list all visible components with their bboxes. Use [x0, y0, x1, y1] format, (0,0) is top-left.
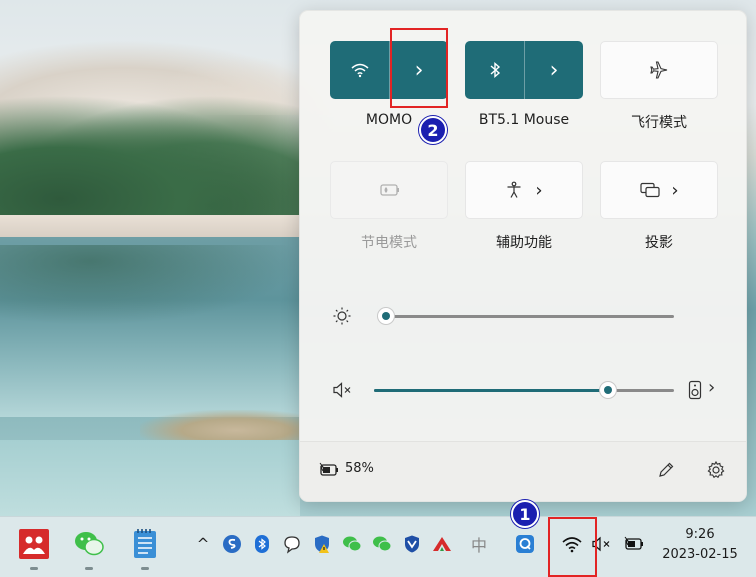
project-tile[interactable]: ›	[600, 161, 718, 219]
wallpaper-beach	[0, 215, 300, 237]
tray-shield-blue[interactable]	[401, 533, 423, 555]
tray-battery[interactable]	[623, 533, 645, 555]
wechat-tray-icon	[343, 536, 362, 552]
wifi-icon	[351, 63, 368, 78]
running-indicator	[30, 567, 38, 570]
chat-bubble-icon	[284, 536, 300, 554]
tray-red-arrow[interactable]	[431, 533, 453, 555]
audio-output-chevron-icon[interactable]: ›	[708, 377, 715, 398]
taskbar-app-wechat[interactable]	[72, 527, 106, 561]
brightness-slider-row	[332, 304, 716, 328]
chevron-right-icon: ›	[549, 57, 559, 83]
blue-shield-icon	[405, 535, 419, 553]
taskbar-clock[interactable]: 9:26 2023-02-15	[655, 525, 745, 565]
battery-percentage: 58%	[345, 461, 374, 476]
wallpaper-forest	[0, 95, 300, 225]
edit-pencil-icon[interactable]	[656, 460, 676, 480]
tray-q-app[interactable]	[514, 533, 536, 555]
battery-saver-icon	[380, 184, 399, 196]
tray-chat-bubble[interactable]	[281, 533, 303, 555]
wifi-toggle-button[interactable]	[330, 41, 389, 99]
accessibility-icon	[507, 181, 521, 198]
airplane-mode-tile[interactable]	[600, 41, 718, 99]
battery-saver-label: 节电模式	[361, 235, 417, 251]
battery-charging-icon[interactable]	[318, 462, 340, 478]
red-app-icon	[19, 529, 49, 559]
accessibility-label: 辅助功能	[496, 235, 552, 251]
volume-muted-icon[interactable]	[332, 380, 354, 400]
volume-slider-row: ›	[332, 377, 716, 402]
bluetooth-toggle-button[interactable]	[465, 41, 524, 99]
step-badge-1: 1	[511, 500, 539, 528]
quick-settings-footer: 58%	[300, 441, 746, 501]
highlight-box-network-tray	[548, 517, 597, 577]
show-hidden-icons-chevron[interactable]: ^	[192, 533, 214, 555]
battery-charging-tray-icon	[624, 536, 643, 550]
brightness-slider-thumb[interactable]	[378, 308, 394, 324]
tray-security-shield[interactable]	[311, 533, 333, 555]
bluetooth-tray-icon	[255, 535, 269, 553]
wechat-icon	[75, 532, 104, 556]
speaker-device-icon[interactable]	[688, 380, 702, 400]
step-badge-2: 2	[419, 116, 447, 144]
wechat-tray-icon	[373, 536, 392, 552]
battery-saver-tile[interactable]	[330, 161, 448, 219]
brightness-icon	[333, 307, 351, 325]
q-app-icon	[516, 535, 534, 553]
input-method-indicator[interactable]: 中	[468, 533, 490, 555]
taskbar-app-red[interactable]	[17, 527, 51, 561]
red-arrow-app-icon	[433, 537, 451, 551]
project-label: 投影	[645, 235, 673, 251]
bluetooth-device-label: BT5.1 Mouse	[478, 112, 570, 128]
bluetooth-icon	[490, 61, 500, 79]
tray-wechat-1[interactable]	[341, 533, 363, 555]
airplane-icon	[650, 61, 668, 79]
bluetooth-expand-button[interactable]: ›	[525, 41, 583, 99]
wallpaper-grass	[140, 410, 300, 444]
notepad-icon	[134, 529, 156, 558]
tray-bluetooth[interactable]	[251, 533, 273, 555]
wallpaper-reflection	[0, 245, 300, 325]
settings-gear-icon[interactable]	[706, 460, 726, 480]
airplane-mode-label: 飞行模式	[631, 115, 687, 131]
volume-slider-thumb[interactable]	[600, 382, 616, 398]
wallpaper-shore	[0, 440, 300, 516]
clock-date: 2023-02-15	[662, 547, 738, 562]
tray-app-s[interactable]	[221, 533, 243, 555]
blue-s-app-icon	[223, 535, 241, 553]
bluetooth-tile: ›	[465, 41, 583, 99]
tray-wechat-2[interactable]	[371, 533, 393, 555]
chevron-right-icon: ›	[535, 179, 543, 201]
brightness-track[interactable]	[386, 315, 674, 318]
taskbar-app-notepad[interactable]	[128, 527, 162, 561]
running-indicator	[85, 567, 93, 570]
chevron-right-icon: ›	[671, 179, 679, 201]
clock-time: 9:26	[685, 527, 715, 542]
accessibility-tile[interactable]: ›	[465, 161, 583, 219]
shield-warning-icon	[315, 535, 329, 553]
volume-track-fill	[374, 389, 608, 392]
running-indicator	[141, 567, 149, 570]
highlight-box-wifi-chevron	[390, 28, 448, 108]
project-screen-icon	[640, 182, 660, 198]
taskbar: ^ 中 9:26 2023-02-15	[0, 516, 756, 577]
quick-settings-panel: › MOMO › BT5.1 Mouse 飞行模式 节电模式 › 辅助功能 › …	[299, 10, 747, 502]
